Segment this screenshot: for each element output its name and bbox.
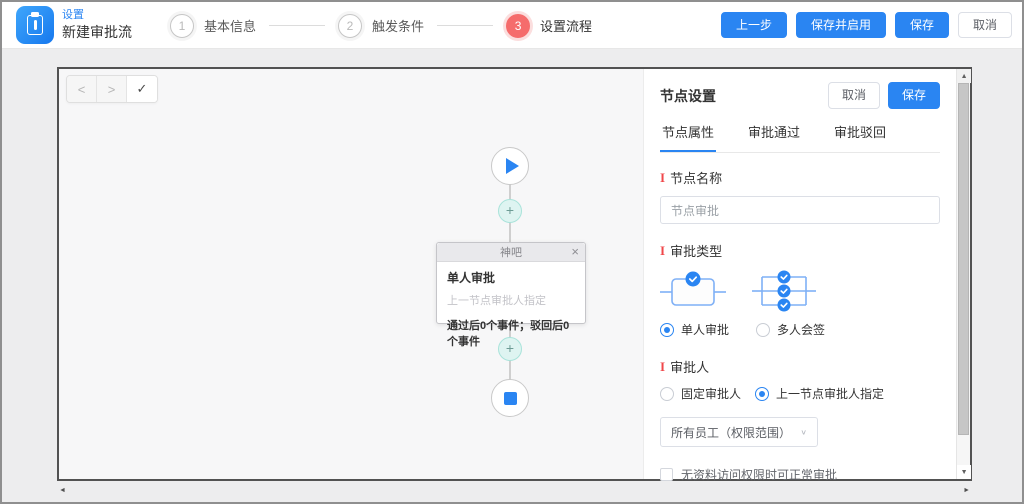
vertical-scrollbar-thumb[interactable] (958, 83, 969, 435)
panel-title: 节点设置 (660, 86, 828, 106)
tab-approval-passed[interactable]: 审批通过 (746, 122, 802, 152)
radio-fixed-approver[interactable] (660, 387, 674, 401)
start-node (491, 147, 529, 185)
no-access-checkbox-row[interactable]: 无资料访问权限时可正常审批 (660, 466, 940, 483)
radio-single-approval[interactable] (660, 323, 674, 337)
checkbox-label: 无资料访问权限时可正常审批 (681, 466, 837, 483)
step-label: 设置流程 (540, 16, 592, 35)
close-icon[interactable]: × (571, 244, 579, 259)
brand: 设置 新建审批流 (16, 6, 132, 44)
single-approver-icon[interactable] (660, 270, 726, 308)
scroll-up-icon[interactable]: ▲ (957, 69, 971, 83)
multi-approver-icon[interactable] (752, 270, 816, 312)
cancel-button[interactable]: 取消 (958, 12, 1012, 38)
main-area: < > ✓ + 神吧 × 单人审批 上一节点审批人指定 (2, 49, 1022, 502)
node-name-input[interactable] (660, 196, 940, 224)
confirm-layout-button[interactable]: ✓ (127, 76, 157, 102)
stepper: 1 基本信息 2 触发条件 3 设置流程 (170, 2, 592, 49)
tab-approval-rejected[interactable]: 审批驳回 (832, 122, 888, 152)
approval-type-label: I 审批类型 (660, 241, 940, 260)
page-title: 新建审批流 (62, 24, 132, 42)
end-node (491, 379, 529, 417)
no-access-checkbox[interactable] (660, 468, 673, 481)
scroll-right-icon[interactable]: ► (963, 487, 970, 494)
radio-label: 单人审批 (681, 321, 729, 338)
step-label: 基本信息 (204, 16, 256, 35)
required-marker: I (660, 359, 665, 375)
breadcrumb: 设置 (62, 9, 132, 23)
scroll-left-icon[interactable]: ◄ (59, 487, 66, 494)
scope-select[interactable]: 所有员工（权限范围） ∨ (660, 417, 818, 447)
vertical-scrollbar[interactable]: ▲ ▼ (956, 69, 970, 479)
canvas-toolbar: < > ✓ (66, 75, 158, 103)
step-number: 3 (506, 14, 530, 38)
undo-button[interactable]: < (67, 76, 97, 102)
radio-label: 固定审批人 (681, 385, 741, 402)
previous-step-button[interactable]: 上一步 (721, 12, 787, 38)
approval-flow-editor-window: 设置 新建审批流 1 基本信息 2 触发条件 3 设置流程 上一步 保存并启用 … (0, 0, 1024, 504)
panel-save-button[interactable]: 保存 (888, 82, 940, 109)
chevron-down-icon: ∨ (800, 428, 807, 437)
approver-label: I 审批人 (660, 357, 940, 376)
node-card-approver: 上一节点审批人指定 (447, 292, 575, 308)
save-button[interactable]: 保存 (895, 12, 949, 38)
stop-icon (504, 392, 517, 405)
add-node-button-bottom[interactable]: + (498, 337, 522, 361)
required-marker: I (660, 170, 665, 186)
step-connector (437, 25, 493, 26)
panel-tabs: 节点属性 审批通过 审批驳回 (660, 122, 940, 153)
step-number: 2 (338, 14, 362, 38)
scroll-down-icon[interactable]: ▼ (957, 465, 971, 479)
add-node-button-top[interactable]: + (498, 199, 522, 223)
step-label: 触发条件 (372, 16, 424, 35)
play-icon (506, 158, 519, 174)
radio-multi-countersign[interactable] (756, 323, 770, 337)
scope-select-value: 所有员工（权限范围） (671, 424, 800, 441)
step-connector (269, 25, 325, 26)
required-marker: I (660, 243, 665, 259)
horizontal-scrollbar[interactable]: ◄ ► (57, 485, 972, 497)
node-card-title: 神吧 (500, 244, 522, 260)
node-card-type: 单人审批 (447, 269, 575, 286)
radio-previous-node-approver[interactable] (755, 387, 769, 401)
save-and-enable-button[interactable]: 保存并启用 (796, 12, 886, 38)
flow-editor-container: < > ✓ + 神吧 × 单人审批 上一节点审批人指定 (57, 67, 972, 481)
flow-canvas[interactable]: < > ✓ + 神吧 × 单人审批 上一节点审批人指定 (59, 69, 643, 479)
radio-label: 多人会签 (777, 321, 825, 338)
approval-node-card[interactable]: 神吧 × 单人审批 上一节点审批人指定 通过后0个事件；驳回后0个事件 (436, 242, 586, 324)
radio-label: 上一节点审批人指定 (776, 385, 884, 402)
tab-node-properties[interactable]: 节点属性 (660, 122, 716, 152)
step-trigger-conditions[interactable]: 2 触发条件 (338, 14, 424, 38)
node-name-label: I 节点名称 (660, 168, 940, 187)
redo-button[interactable]: > (97, 76, 127, 102)
clipboard-icon (16, 6, 54, 44)
step-basic-info[interactable]: 1 基本信息 (170, 14, 256, 38)
step-set-process[interactable]: 3 设置流程 (506, 14, 592, 38)
header-bar: 设置 新建审批流 1 基本信息 2 触发条件 3 设置流程 上一步 保存并启用 … (2, 2, 1022, 49)
panel-cancel-button[interactable]: 取消 (828, 82, 880, 109)
step-number: 1 (170, 14, 194, 38)
node-settings-panel: 节点设置 取消 保存 节点属性 审批通过 审批驳回 I 节 (643, 69, 970, 479)
